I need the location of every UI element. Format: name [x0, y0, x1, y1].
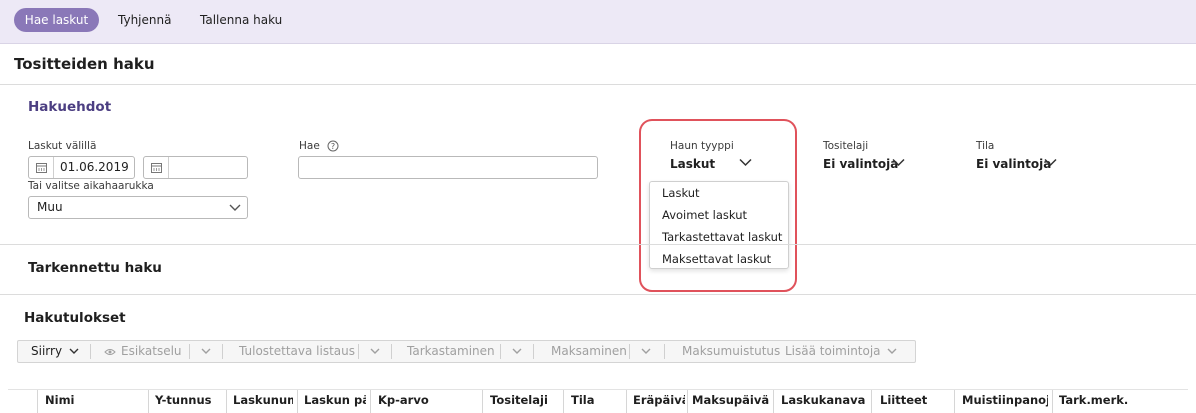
results-title: Hakutulokset	[24, 310, 126, 326]
advanced-search-toggle[interactable]: Tarkennettu haku	[28, 260, 162, 276]
search-input[interactable]	[298, 156, 598, 179]
table-header-border	[8, 389, 1188, 390]
column-header-invoice-number[interactable]: Laskunumero	[233, 393, 293, 407]
search-type-option-open[interactable]: Avoimet laskut	[662, 208, 747, 222]
date-from-field[interactable]: 01.06.2019	[28, 156, 135, 179]
payment-reminder-button[interactable]: Maksumuistutus	[682, 341, 780, 362]
column-header-payment-date[interactable]: Maksupäivä	[692, 393, 770, 407]
column-header-status[interactable]: Tila	[571, 393, 623, 407]
search-type-option-to-review[interactable]: Tarkastettavat laskut	[662, 230, 782, 244]
toolbar-separator	[629, 344, 630, 359]
goto-button[interactable]: Siirry	[31, 341, 79, 362]
column-separator	[954, 390, 955, 413]
column-header-notes[interactable]: Muistiinpanoja	[962, 393, 1048, 407]
column-header-name[interactable]: Nimi	[45, 393, 145, 407]
chevron-down-icon	[229, 204, 241, 211]
column-separator	[148, 390, 149, 413]
date-range-label: Laskut välillä	[28, 140, 97, 152]
column-separator	[687, 390, 688, 413]
printable-list-button[interactable]: Tulostettava listaus	[239, 341, 355, 362]
chevron-down-icon[interactable]	[201, 348, 211, 355]
toolbar-separator	[391, 344, 392, 359]
page-title: Tositteiden haku	[14, 55, 155, 73]
period-select[interactable]: Muu	[28, 196, 248, 219]
more-actions-label: Lisää toimintoja	[785, 344, 881, 358]
chevron-down-icon[interactable]	[641, 348, 651, 355]
search-type-dropdown: Laskut Avoimet laskut Tarkastettavat las…	[649, 181, 789, 269]
divider	[0, 294, 1196, 295]
date-to-field[interactable]	[143, 156, 248, 179]
column-header-attachments[interactable]: Liitteet	[880, 393, 950, 407]
goto-label: Siirry	[31, 344, 63, 358]
preview-button[interactable]: Esikatselu	[104, 341, 182, 362]
column-separator	[871, 390, 872, 413]
search-label: Hae	[299, 140, 320, 152]
column-header-doc-type[interactable]: Tositelaji	[490, 393, 560, 407]
search-invoices-button[interactable]: Hae laskut	[14, 8, 99, 32]
more-actions-button[interactable]: Lisää toimintoja	[785, 341, 897, 362]
column-separator	[773, 390, 774, 413]
help-icon[interactable]: ?	[327, 140, 339, 152]
toolbar-separator	[358, 344, 359, 359]
toolbar-separator	[664, 344, 665, 359]
column-separator	[1052, 390, 1053, 413]
period-label: Tai valitse aikahaarukka	[28, 180, 154, 192]
column-header-due-date[interactable]: Eräpäivä	[633, 393, 685, 407]
clear-button[interactable]: Tyhjennä	[118, 8, 171, 32]
chevron-down-icon[interactable]	[892, 158, 905, 167]
eye-icon	[104, 348, 116, 355]
search-type-option-to-pay[interactable]: Maksettavat laskut	[662, 252, 771, 266]
doc-type-select[interactable]: Ei valintoja	[823, 157, 898, 171]
column-header-invoice-date[interactable]: Laskun päivä	[304, 393, 366, 407]
column-separator	[297, 390, 298, 413]
save-search-button[interactable]: Tallenna haku	[200, 8, 282, 32]
preview-label: Esikatselu	[121, 344, 182, 358]
chevron-down-icon[interactable]	[370, 348, 380, 355]
status-label: Tila	[976, 140, 995, 152]
toolbar-separator	[533, 344, 534, 359]
divider	[0, 244, 1196, 245]
payment-button[interactable]: Maksaminen	[551, 341, 627, 362]
column-separator	[482, 390, 483, 413]
period-value: Muu	[37, 200, 63, 214]
column-header-business-id[interactable]: Y-tunnus	[155, 393, 223, 407]
column-separator	[226, 390, 227, 413]
chevron-down-icon[interactable]	[512, 348, 522, 355]
chevron-down-icon[interactable]	[1044, 158, 1057, 167]
chevron-down-icon	[887, 348, 897, 354]
status-select[interactable]: Ei valintoja	[976, 157, 1051, 171]
column-separator	[626, 390, 627, 413]
column-header-accounting-value[interactable]: Kp-arvo	[378, 393, 478, 407]
calendar-icon[interactable]	[144, 157, 169, 178]
calendar-icon[interactable]	[29, 157, 54, 178]
divider	[0, 84, 1196, 85]
toolbar-separator	[222, 344, 223, 359]
chevron-down-icon	[69, 348, 79, 354]
column-header-review-mark[interactable]: Tark.merk.	[1059, 393, 1139, 407]
review-button[interactable]: Tarkastaminen	[407, 341, 495, 362]
column-separator	[370, 390, 371, 413]
svg-text:?: ?	[331, 142, 335, 151]
toolbar-separator	[90, 344, 91, 359]
toolbar-separator	[189, 344, 190, 359]
doc-type-label: Tositelaji	[823, 140, 869, 152]
date-from-value: 01.06.2019	[60, 160, 129, 174]
criteria-title: Hakuehdot	[28, 99, 112, 115]
toolbar-separator	[500, 344, 501, 359]
column-separator	[563, 390, 564, 413]
column-header-invoice-channel[interactable]: Laskukanava	[781, 393, 867, 407]
top-toolbar: Hae laskut Tyhjennä Tallenna haku	[0, 0, 1196, 44]
search-type-option-invoices[interactable]: Laskut	[662, 186, 700, 200]
column-separator	[37, 390, 38, 413]
results-action-bar: Siirry Esikatselu Tulostettava listaus T…	[17, 340, 916, 363]
